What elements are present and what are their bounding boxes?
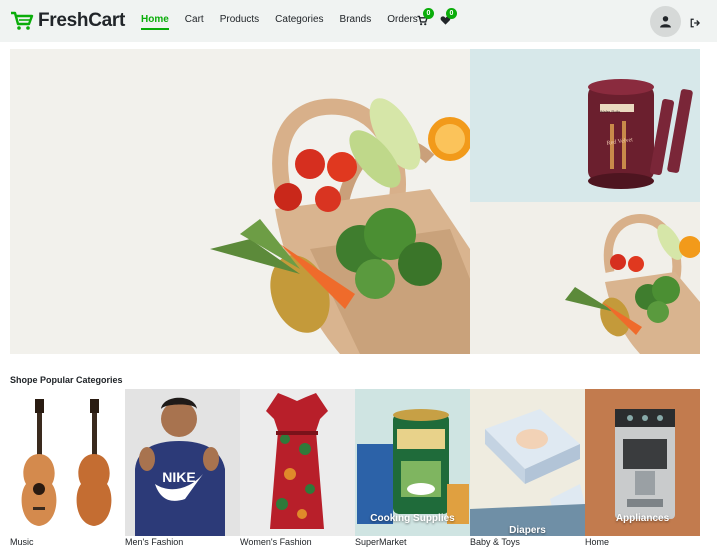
category-overlay-text: Cooking Supplies (370, 513, 455, 524)
category-label-home[interactable]: Home (585, 537, 609, 547)
hero-main-banner (10, 49, 470, 354)
nav-link-products[interactable]: Products (220, 14, 259, 30)
nav-link-home[interactable]: Home (141, 14, 169, 30)
category-label-music[interactable]: Music (10, 537, 34, 547)
hero-side-banner-top: Red Velvet Wafer Rolls (470, 49, 700, 202)
womens-dress-image (266, 393, 328, 529)
category-label-supermarket[interactable]: SuperMarket (355, 537, 407, 547)
category-card-music[interactable] (10, 389, 125, 536)
avatar[interactable] (650, 6, 681, 37)
category-label-mens-fashion[interactable]: Men's Fashion (125, 537, 183, 547)
cart-count-badge: 0 (423, 8, 434, 19)
category-card-home[interactable]: Appliances (585, 389, 700, 536)
diapers-image (470, 409, 585, 536)
category-label-baby-toys[interactable]: Baby & Toys (470, 537, 520, 547)
hero-side-banner-bottom (470, 202, 700, 354)
category-overlay-text: Appliances (615, 513, 670, 524)
wafer-rolls-image: Red Velvet Wafer Rolls (588, 79, 693, 189)
logout-icon (690, 18, 701, 28)
svg-text:NIKE: NIKE (162, 469, 195, 485)
grocery-bag-image (210, 98, 470, 354)
category-card-mens-fashion[interactable]: NIKE (125, 389, 240, 536)
category-label-womens-fashion[interactable]: Women's Fashion (240, 537, 312, 547)
category-card-baby-toys[interactable]: Diapers (470, 389, 585, 536)
category-overlay-text: Diapers (509, 525, 546, 536)
brand-logo[interactable]: FreshCart (10, 10, 125, 32)
guitar-image (21, 399, 112, 526)
cart-button[interactable]: 0 (417, 8, 434, 31)
nav-link-categories[interactable]: Categories (275, 14, 323, 30)
cart-icon (11, 11, 34, 30)
category-card-supermarket[interactable]: Cooking Supplies (355, 389, 470, 536)
mens-hoodie-image: NIKE (135, 397, 225, 536)
banner-product-text: Wafer Rolls (600, 109, 621, 114)
category-card-womens-fashion[interactable] (240, 389, 355, 536)
nav-link-cart[interactable]: Cart (185, 14, 204, 30)
wishlist-button[interactable]: 0 (440, 8, 457, 31)
user-icon (660, 16, 671, 28)
grocery-bag-image (565, 214, 700, 354)
section-title: Shope Popular Categories (10, 375, 123, 385)
logout-button[interactable] (690, 15, 701, 33)
nav-link-brands[interactable]: Brands (340, 14, 372, 30)
wishlist-count-badge: 0 (446, 8, 457, 19)
brand-name: FreshCart (38, 10, 126, 31)
nav-links: Home Cart Products Categories Brands Ord… (141, 14, 434, 30)
nav-link-orders[interactable]: Orders (387, 14, 418, 30)
navbar: FreshCart Home Cart Products Categories … (0, 0, 717, 42)
